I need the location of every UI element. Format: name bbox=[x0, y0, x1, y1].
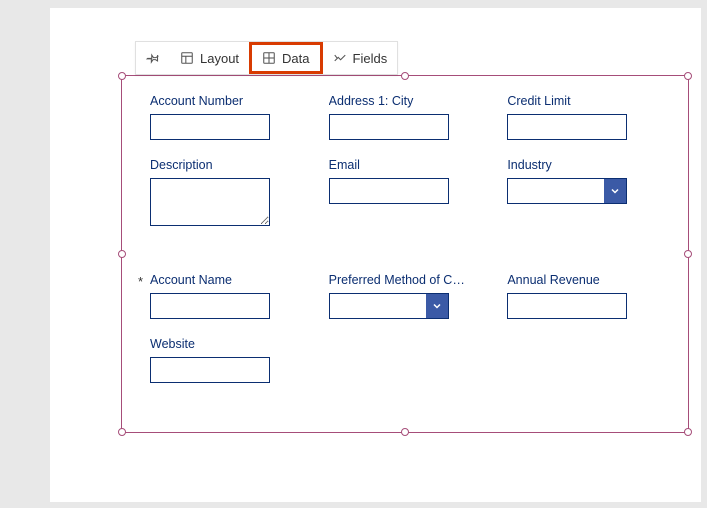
annual-revenue-input[interactable] bbox=[507, 293, 627, 319]
grid-icon bbox=[262, 51, 276, 65]
form-grid: Account Number Address 1: City Credit Li… bbox=[122, 76, 688, 397]
field-annual-revenue: Annual Revenue bbox=[507, 273, 660, 319]
form-card[interactable]: Account Number Address 1: City Credit Li… bbox=[121, 75, 689, 433]
resize-handle[interactable] bbox=[118, 72, 126, 80]
field-email: Email bbox=[329, 158, 482, 229]
resize-handle[interactable] bbox=[684, 72, 692, 80]
layout-tab[interactable]: Layout bbox=[170, 42, 249, 74]
fields-tab-label: Fields bbox=[353, 51, 388, 66]
field-account-number: Account Number bbox=[150, 94, 303, 140]
field-description: Description bbox=[150, 158, 303, 229]
section-gap bbox=[150, 247, 660, 255]
description-input[interactable] bbox=[150, 178, 270, 226]
field-label: Account Number bbox=[150, 94, 303, 108]
layout-icon bbox=[180, 51, 194, 65]
field-website: Website bbox=[150, 337, 303, 383]
field-address1-city: Address 1: City bbox=[329, 94, 482, 140]
field-label: Website bbox=[150, 337, 303, 351]
fields-tab[interactable]: Fields bbox=[323, 42, 398, 74]
preferred-method-value bbox=[330, 294, 426, 318]
address1-city-input[interactable] bbox=[329, 114, 449, 140]
canvas-area: Layout Data Fields bbox=[50, 8, 701, 502]
field-label: Annual Revenue bbox=[507, 273, 660, 287]
field-account-name: * Account Name bbox=[150, 273, 303, 319]
industry-select[interactable] bbox=[507, 178, 627, 204]
credit-limit-input[interactable] bbox=[507, 114, 627, 140]
pin-button[interactable] bbox=[136, 42, 170, 74]
account-name-input[interactable] bbox=[150, 293, 270, 319]
fields-icon bbox=[333, 51, 347, 65]
resize-handle[interactable] bbox=[118, 250, 126, 258]
resize-handle[interactable] bbox=[684, 428, 692, 436]
pin-icon bbox=[146, 51, 160, 65]
field-label: Credit Limit bbox=[507, 94, 660, 108]
data-tab-label: Data bbox=[282, 51, 309, 66]
data-tab[interactable]: Data bbox=[249, 42, 322, 74]
field-industry: Industry bbox=[507, 158, 660, 229]
email-input[interactable] bbox=[329, 178, 449, 204]
field-label: Account Name bbox=[150, 273, 303, 287]
website-input[interactable] bbox=[150, 357, 270, 383]
field-preferred-method: Preferred Method of C… bbox=[329, 273, 482, 319]
field-label: Description bbox=[150, 158, 303, 172]
card-toolbar: Layout Data Fields bbox=[135, 41, 398, 75]
field-label: Industry bbox=[507, 158, 660, 172]
chevron-down-icon bbox=[426, 294, 448, 318]
resize-handle[interactable] bbox=[401, 72, 409, 80]
preferred-method-select[interactable] bbox=[329, 293, 449, 319]
field-credit-limit: Credit Limit bbox=[507, 94, 660, 140]
chevron-down-icon bbox=[604, 179, 626, 203]
layout-tab-label: Layout bbox=[200, 51, 239, 66]
resize-handle[interactable] bbox=[684, 250, 692, 258]
industry-value bbox=[508, 179, 604, 203]
account-number-input[interactable] bbox=[150, 114, 270, 140]
resize-handle[interactable] bbox=[118, 428, 126, 436]
field-label: Address 1: City bbox=[329, 94, 482, 108]
resize-handle[interactable] bbox=[401, 428, 409, 436]
field-label: Email bbox=[329, 158, 482, 172]
field-label: Preferred Method of C… bbox=[329, 273, 482, 287]
required-marker: * bbox=[138, 274, 143, 289]
